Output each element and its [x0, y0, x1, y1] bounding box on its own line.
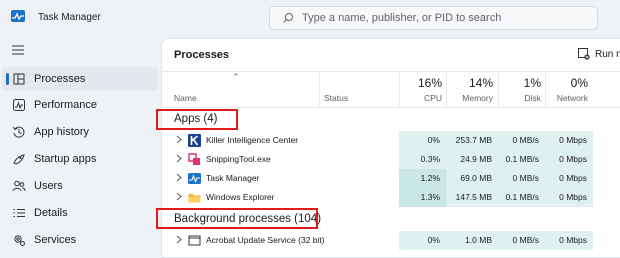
network-total: 0%	[570, 76, 588, 90]
task-manager-app-icon	[11, 10, 25, 22]
active-indicator	[6, 73, 9, 85]
table-row[interactable]: Acrobat Update Service (32 bit) 0% 1.0 M…	[162, 231, 620, 250]
sidebar-item-label: Startup apps	[34, 153, 97, 165]
disk-cell: 0 MB/s	[498, 169, 545, 188]
disk-total: 1%	[523, 76, 541, 90]
column-divider	[319, 71, 320, 108]
snipping-tool-icon	[188, 153, 200, 165]
cpu-cell: 0%	[399, 231, 446, 250]
column-header-memory[interactable]: Memory	[446, 93, 493, 103]
services-icon	[14, 235, 25, 246]
memory-total: 14%	[468, 76, 493, 90]
cpu-cell: 1.2%	[399, 169, 446, 188]
performance-icon	[13, 99, 25, 111]
window-title: Task Manager	[38, 12, 101, 23]
sidebar-item-label: Users	[34, 180, 63, 192]
run-task-icon	[578, 48, 590, 60]
column-header-status[interactable]: Status	[324, 93, 348, 103]
network-cell: 0 Mbps	[545, 231, 593, 250]
search-input[interactable]	[302, 10, 582, 26]
task-manager-icon	[188, 173, 201, 184]
process-name: Killer Intelligence Center	[206, 135, 299, 145]
sidebar-item-performance[interactable]: Performance	[2, 93, 158, 117]
page-title: Processes	[174, 49, 230, 61]
run-task-label: Run ne	[595, 49, 620, 60]
search-icon	[283, 13, 293, 23]
header-divider	[162, 107, 620, 108]
details-icon	[13, 209, 25, 217]
network-cell: 0 Mbps	[545, 150, 593, 169]
sidebar-item-users[interactable]: Users	[2, 174, 158, 198]
process-name: SnippingTool.exe	[206, 154, 271, 164]
sidebar-item-label: Services	[34, 234, 77, 246]
table-row[interactable]: SnippingTool.exe 0.3% 24.9 MB 0.1 MB/s 0…	[162, 150, 620, 169]
cpu-total: 16%	[417, 76, 442, 90]
network-cell: 0 Mbps	[545, 188, 593, 207]
highlight-box	[156, 109, 238, 130]
network-cell: 0 Mbps	[545, 169, 593, 188]
processes-icon	[13, 73, 25, 85]
chevron-right-icon[interactable]	[175, 192, 183, 201]
process-name: Acrobat Update Service (32 bit)	[206, 235, 325, 245]
cpu-cell: 1.3%	[399, 188, 446, 207]
memory-cell: 253.7 MB	[446, 131, 498, 150]
highlight-box	[156, 208, 318, 229]
sort-ascending-icon[interactable]: ⌃	[232, 72, 240, 83]
cpu-cell: 0.3%	[399, 150, 446, 169]
search-box[interactable]	[269, 6, 598, 30]
table-row[interactable]: Windows Explorer 1.3% 147.5 MB 0.1 MB/s …	[162, 188, 620, 207]
startup-icon	[13, 154, 25, 165]
sidebar-item-app-history[interactable]: App history	[2, 120, 158, 144]
sidebar-item-services[interactable]: Services	[2, 228, 158, 252]
chevron-right-icon[interactable]	[175, 173, 183, 182]
column-header-cpu[interactable]: CPU	[399, 93, 442, 103]
memory-cell: 24.9 MB	[446, 150, 498, 169]
processes-panel: Processes Run ne ⌃ Name Status 16% CPU 1…	[156, 38, 620, 258]
sidebar-item-label: App history	[34, 126, 90, 138]
column-header-network[interactable]: Network	[545, 93, 588, 103]
history-icon	[12, 126, 25, 138]
folder-icon	[188, 194, 201, 203]
memory-cell: 69.0 MB	[446, 169, 498, 188]
killer-icon	[188, 134, 201, 147]
disk-cell: 0 MB/s	[498, 231, 545, 250]
table-row[interactable]: Killer Intelligence Center 0% 253.7 MB 0…	[162, 131, 620, 150]
sidebar-item-processes[interactable]: Processes	[2, 67, 158, 91]
memory-cell: 147.5 MB	[446, 188, 498, 207]
process-name: Windows Explorer	[206, 192, 275, 202]
cpu-cell: 0%	[399, 131, 446, 150]
column-header-disk[interactable]: Disk	[498, 93, 541, 103]
sidebar-item-startup-apps[interactable]: Startup apps	[2, 147, 158, 171]
users-icon	[12, 180, 26, 192]
chevron-right-icon[interactable]	[175, 154, 183, 163]
disk-cell: 0 MB/s	[498, 131, 545, 150]
title-bar: Task Manager	[0, 0, 620, 36]
disk-cell: 0.1 MB/s	[498, 150, 545, 169]
process-name: Task Manager	[206, 173, 260, 183]
network-cell: 0 Mbps	[545, 131, 593, 150]
table-row[interactable]: Task Manager 1.2% 69.0 MB 0 MB/s 0 Mbps	[162, 169, 620, 188]
sidebar-item-details[interactable]: Details	[2, 201, 158, 225]
sidebar-item-label: Performance	[34, 99, 97, 111]
chevron-right-icon[interactable]	[175, 235, 183, 244]
divider	[162, 71, 620, 72]
memory-cell: 1.0 MB	[446, 231, 498, 250]
sidebar-item-label: Details	[34, 207, 68, 219]
column-header-name[interactable]: Name	[174, 93, 197, 103]
disk-cell: 0.1 MB/s	[498, 188, 545, 207]
chevron-right-icon[interactable]	[175, 135, 183, 144]
service-window-icon	[188, 235, 201, 246]
sidebar-item-label: Processes	[34, 73, 86, 85]
hamburger-menu-icon[interactable]	[12, 45, 24, 55]
